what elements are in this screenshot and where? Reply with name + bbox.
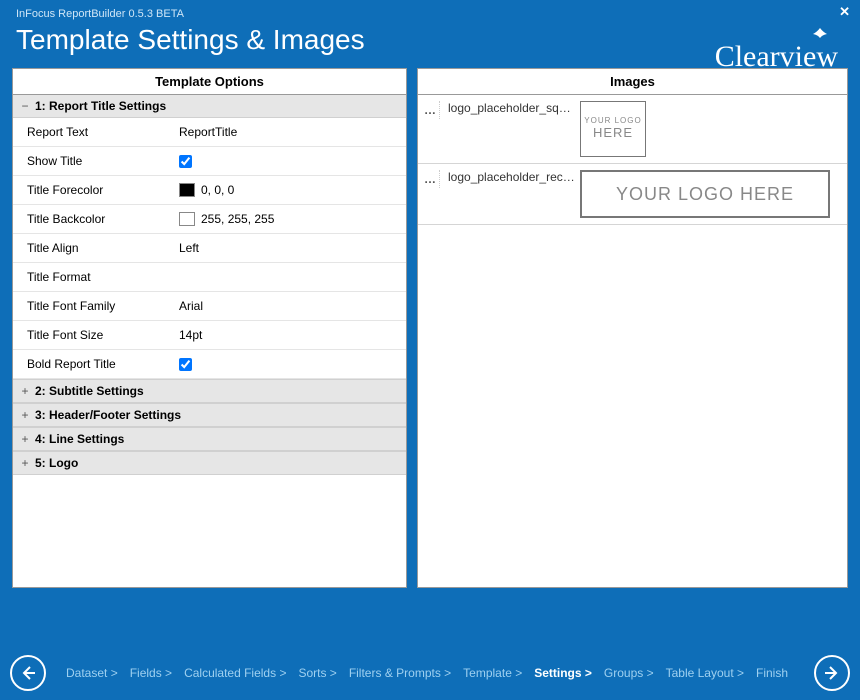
prop-label: Title Backcolor	[13, 212, 173, 226]
section-logo[interactable]: + 5: Logo	[13, 451, 406, 475]
bc-dataset[interactable]: Dataset >	[60, 664, 124, 682]
color-swatch-white[interactable]	[179, 212, 195, 226]
bc-filters-prompts[interactable]: Filters & Prompts >	[343, 664, 457, 682]
wizard-footer: Dataset > Fields > Calculated Fields > S…	[0, 645, 860, 700]
prop-label: Title Font Family	[13, 299, 173, 313]
prop-label: Report Text	[13, 125, 173, 139]
image-row[interactable]: … logo_placeholder_rec… YOUR LOGO HERE	[418, 164, 847, 225]
content-area: Template Options − 1: Report Title Setti…	[0, 68, 860, 588]
app-header: ✕ InFocus ReportBuilder 0.5.3 BETA Templ…	[0, 0, 860, 68]
expand-icon: +	[19, 384, 31, 398]
expand-icon: +	[19, 432, 31, 446]
images-panel: Images … logo_placeholder_sq… YOUR LOGO …	[417, 68, 848, 588]
expand-icon: +	[19, 456, 31, 470]
image-thumb-rect[interactable]: YOUR LOGO HERE	[580, 170, 830, 218]
collapse-icon: −	[19, 99, 31, 113]
prop-title-align[interactable]: Title Align Left	[13, 234, 406, 263]
svg-text:Clearview: Clearview	[715, 40, 839, 73]
prop-title-backcolor[interactable]: Title Backcolor 255, 255, 255	[13, 205, 406, 234]
color-value: 255, 255, 255	[201, 212, 274, 226]
prop-value[interactable]: Left	[173, 241, 406, 255]
prop-label: Title Font Size	[13, 328, 173, 342]
prop-label: Bold Report Title	[13, 357, 173, 371]
image-menu-button[interactable]: …	[422, 101, 440, 119]
prop-title-format[interactable]: Title Format	[13, 263, 406, 292]
section-label: 3: Header/Footer Settings	[35, 408, 181, 422]
template-options-body: − 1: Report Title Settings Report Text R…	[13, 95, 406, 587]
bc-fields[interactable]: Fields >	[124, 664, 178, 682]
bold-title-checkbox[interactable]	[179, 358, 192, 371]
section-label: 5: Logo	[35, 456, 78, 470]
close-button[interactable]: ✕	[839, 4, 850, 20]
image-thumb-square[interactable]: YOUR LOGO HERE	[580, 101, 646, 157]
bc-table-layout[interactable]: Table Layout >	[660, 664, 750, 682]
prop-value[interactable]: 14pt	[173, 328, 406, 342]
brand-logo: Clearview SOFTWARE	[680, 22, 840, 84]
image-row[interactable]: … logo_placeholder_sq… YOUR LOGO HERE	[418, 95, 847, 164]
show-title-checkbox[interactable]	[179, 155, 192, 168]
bc-sorts[interactable]: Sorts >	[292, 664, 342, 682]
image-menu-button[interactable]: …	[422, 170, 440, 188]
prop-value[interactable]: Arial	[173, 299, 406, 313]
prop-report-text[interactable]: Report Text ReportTitle	[13, 118, 406, 147]
image-name: logo_placeholder_sq…	[444, 101, 576, 115]
prop-label: Title Format	[13, 270, 173, 284]
svg-text:SOFTWARE: SOFTWARE	[766, 70, 838, 80]
section-report-title-settings[interactable]: − 1: Report Title Settings	[13, 95, 406, 118]
section-line-settings[interactable]: + 4: Line Settings	[13, 427, 406, 451]
template-options-panel: Template Options − 1: Report Title Setti…	[12, 68, 407, 588]
bc-template[interactable]: Template >	[457, 664, 528, 682]
section-subtitle-settings[interactable]: + 2: Subtitle Settings	[13, 379, 406, 403]
prop-title-font-family[interactable]: Title Font Family Arial	[13, 292, 406, 321]
prop-title-font-size[interactable]: Title Font Size 14pt	[13, 321, 406, 350]
image-name: logo_placeholder_rec…	[444, 170, 576, 184]
section-label: 1: Report Title Settings	[35, 99, 166, 113]
nav-back-button[interactable]	[10, 655, 46, 691]
bc-finish[interactable]: Finish	[750, 664, 794, 682]
prop-label: Show Title	[13, 154, 173, 168]
color-value: 0, 0, 0	[201, 183, 234, 197]
section-label: 2: Subtitle Settings	[35, 384, 144, 398]
images-body: … logo_placeholder_sq… YOUR LOGO HERE … …	[418, 95, 847, 587]
expand-icon: +	[19, 408, 31, 422]
color-swatch-black[interactable]	[179, 183, 195, 197]
bc-groups[interactable]: Groups >	[598, 664, 660, 682]
prop-label: Title Align	[13, 241, 173, 255]
prop-label: Title Forecolor	[13, 183, 173, 197]
breadcrumb: Dataset > Fields > Calculated Fields > S…	[52, 664, 808, 682]
bc-settings[interactable]: Settings >	[528, 664, 598, 682]
section-header-footer-settings[interactable]: + 3: Header/Footer Settings	[13, 403, 406, 427]
prop-title-forecolor[interactable]: Title Forecolor 0, 0, 0	[13, 176, 406, 205]
prop-bold-report-title[interactable]: Bold Report Title	[13, 350, 406, 379]
thumb-line2: HERE	[593, 126, 633, 140]
template-options-header: Template Options	[13, 69, 406, 95]
prop-show-title[interactable]: Show Title	[13, 147, 406, 176]
section-label: 4: Line Settings	[35, 432, 124, 446]
bc-calculated-fields[interactable]: Calculated Fields >	[178, 664, 292, 682]
prop-value[interactable]: ReportTitle	[173, 125, 406, 139]
app-title: InFocus ReportBuilder 0.5.3 BETA	[16, 8, 844, 20]
thumb-text: YOUR LOGO HERE	[616, 184, 794, 205]
nav-next-button[interactable]	[814, 655, 850, 691]
